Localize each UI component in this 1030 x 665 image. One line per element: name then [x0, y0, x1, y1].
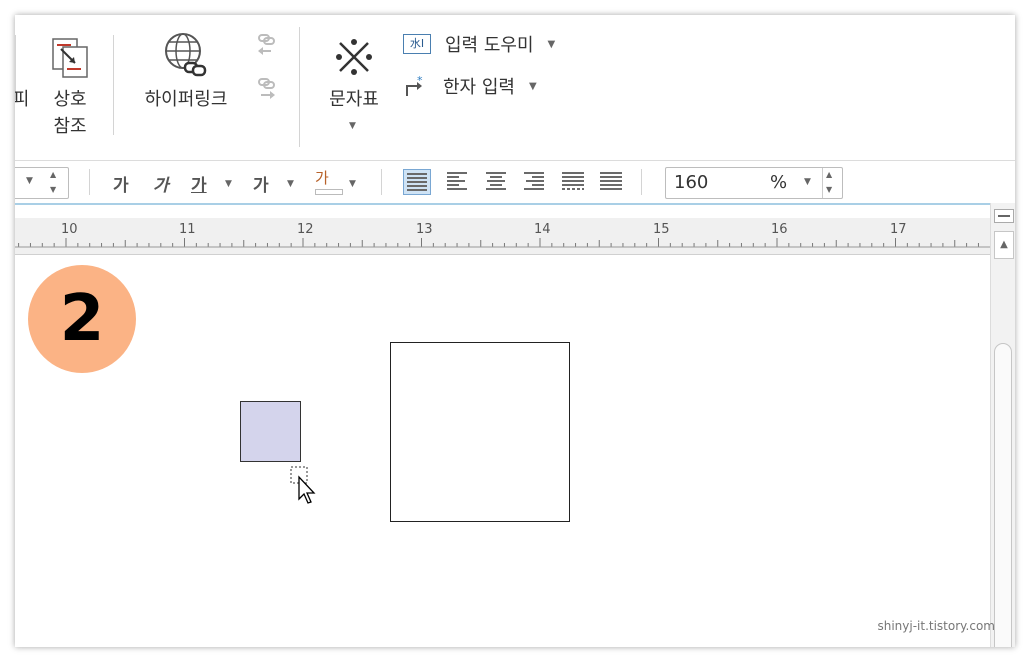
scroll-up-button[interactable]: ▲: [994, 231, 1014, 259]
center-align-button[interactable]: [483, 169, 509, 193]
chevron-down-icon: ▼: [26, 176, 33, 186]
bold-button[interactable]: 가: [113, 171, 129, 196]
ribbon: 피 상호 참조 하이퍼링크 문자표 ▼ 水I 입력 도우미 ▼ * 한자 입력 …: [15, 15, 1015, 161]
ruler-mark: 13: [416, 222, 433, 237]
hyperlink-label: 하이퍼링크: [144, 89, 228, 110]
line-spacing-spinner[interactable]: 160 % ▼ ▲ ▼: [665, 167, 843, 199]
hanja-input-label: 한자 입력: [443, 77, 515, 98]
character-map-label: 문자표: [329, 89, 379, 110]
step-badge: 2: [28, 265, 136, 373]
character-map-button[interactable]: 문자표 ▼: [319, 35, 389, 145]
line-spacing-unit: %: [770, 172, 788, 193]
formatting-toolbar: ▼ ▲ ▼ 가 가 가 ▼ 가 ▼ 가 ▼ 160 % ▼ ▲ ▼: [15, 161, 1015, 205]
ruler-mark: 12: [297, 222, 314, 237]
small-rectangle-shape[interactable]: [240, 401, 301, 462]
ruler-mark: 15: [653, 222, 670, 237]
watermark-text: shinyj-it.tistory.com: [877, 619, 995, 633]
horizontal-ruler[interactable]: 10 11 12 13 14 15 16 17: [15, 218, 990, 255]
spin-down-icon[interactable]: ▼: [826, 183, 832, 197]
chevron-down-icon: ▼: [528, 80, 537, 92]
italic-button[interactable]: 가: [153, 171, 169, 196]
bookmark-link-icon: [255, 33, 279, 63]
strikethrough-button[interactable]: 가: [253, 171, 269, 196]
chevron-down-icon[interactable]: ▼: [287, 179, 294, 189]
cross-reference-button[interactable]: 상호 참조: [47, 33, 93, 145]
left-align-button[interactable]: [444, 169, 470, 193]
hanja-convert-icon: *: [403, 74, 429, 98]
spin-down-icon[interactable]: ▼: [50, 183, 56, 197]
app-window: 피 상호 참조 하이퍼링크 문자표 ▼ 水I 입력 도우미 ▼ * 한자 입력 …: [15, 15, 1015, 647]
hanja-input-menu[interactable]: * 한자 입력 ▼: [403, 73, 537, 99]
vertical-scrollbar[interactable]: ▲: [990, 203, 1015, 647]
mouse-cursor-icon: [290, 466, 316, 504]
ruler-ticks: [15, 238, 990, 248]
reference-mark-icon: [336, 39, 372, 75]
chevron-down-icon[interactable]: ▼: [225, 179, 232, 189]
font-color-swatch: [315, 189, 343, 195]
divide-align-button[interactable]: [597, 169, 623, 193]
chevron-down-icon[interactable]: ▼: [804, 177, 811, 187]
spin-up-icon[interactable]: ▲: [50, 168, 56, 182]
input-helper-label: 입력 도우미: [445, 35, 534, 56]
spinner-divider: [822, 168, 823, 198]
ribbon-separator-2: [299, 27, 300, 147]
ruler-mark: 17: [890, 222, 907, 237]
line-spacing-value: 160: [674, 172, 709, 193]
scrollbar-thumb[interactable]: [994, 343, 1012, 647]
cross-reference-label-2: 참조: [53, 116, 87, 137]
toolbar-separator: [381, 169, 382, 195]
cross-reference-icon: [52, 38, 88, 78]
font-color-button[interactable]: 가: [315, 167, 329, 188]
cross-reference-label-1: 상호: [53, 89, 87, 110]
globe-link-icon: [165, 33, 207, 77]
chevron-down-icon: ▼: [349, 121, 356, 131]
input-helper-menu[interactable]: 水I 입력 도우미 ▼: [403, 31, 555, 57]
toolbar-separator: [89, 169, 90, 195]
ruler-mark: 10: [61, 222, 78, 237]
ruler-mark: 14: [534, 222, 551, 237]
link-forward-icon: [255, 77, 279, 107]
font-size-spinner[interactable]: ▼ ▲ ▼: [15, 167, 69, 199]
split-view-handle[interactable]: [994, 209, 1014, 223]
ruler-mark: 16: [771, 222, 788, 237]
chevron-down-icon: ▼: [547, 38, 556, 50]
underline-button[interactable]: 가: [191, 171, 207, 196]
toolbar-separator: [641, 169, 642, 195]
hyperlink-button[interactable]: 하이퍼링크: [133, 31, 239, 121]
right-align-button[interactable]: [521, 169, 547, 193]
ribbon-separator: [113, 35, 114, 135]
ruler-mark: 11: [179, 222, 196, 237]
svg-text:*: *: [417, 74, 423, 87]
spin-up-icon[interactable]: ▲: [826, 168, 832, 182]
input-helper-icon: 水I: [403, 34, 431, 54]
chevron-down-icon[interactable]: ▼: [349, 179, 356, 189]
distribute-align-button[interactable]: [559, 169, 585, 193]
large-rectangle-shape[interactable]: [390, 342, 570, 522]
justify-align-button[interactable]: [403, 169, 431, 195]
partial-button-label[interactable]: 피: [15, 87, 31, 113]
